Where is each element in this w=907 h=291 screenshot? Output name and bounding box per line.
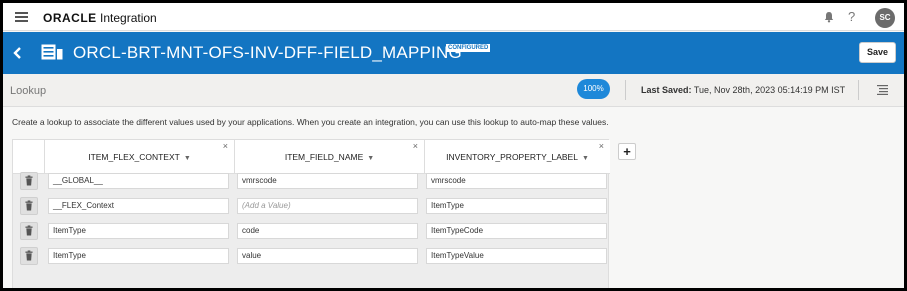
caret-down-icon[interactable]: ▼ [367,155,374,162]
close-icon[interactable]: × [223,129,228,163]
trash-icon[interactable] [20,197,38,215]
brand-product: Integration [100,11,157,25]
table-cell[interactable]: ItemType [426,198,607,214]
sub-header: Lookup 100% Last Saved: Tue, Nov 28th, 2… [3,74,904,107]
table-cell[interactable]: ItemTypeValue [426,248,607,264]
table-cell[interactable]: vmrscode [426,173,607,189]
column-header-label: ITEM_FIELD_NAME [284,152,364,162]
page-header: ORCL-BRT-MNT-OFS-INV-DFF-FIELD_MAPPING C… [3,32,904,74]
close-icon[interactable]: × [413,129,418,163]
table-cell[interactable]: ItemTypeCode [426,223,607,239]
table-cell[interactable]: vmrscode [237,173,418,189]
caret-down-icon[interactable]: ▼ [582,155,589,162]
table-cell[interactable]: __GLOBAL__ [48,173,229,189]
caret-down-icon[interactable]: ▼ [184,155,191,162]
lookup-description: Create a lookup to associate the differe… [12,117,609,127]
column-header-label: ITEM_FLEX_CONTEXT [88,152,180,162]
brand: ORACLE Integration [43,11,157,25]
divider [625,80,626,100]
trash-icon[interactable] [20,172,38,190]
table-cell[interactable]: ItemType [48,248,229,264]
table-cell[interactable]: __FLEX_Context [48,198,229,214]
bell-icon[interactable] [823,11,835,23]
list-icon[interactable] [877,85,888,95]
table-header: ITEM_FLEX_CONTEXT ▼ × ITEM_FIELD_NAME ▼ × IN… [13,140,610,174]
column-header[interactable]: ITEM_FLEX_CONTEXT ▼ × [44,140,234,174]
table-row: __GLOBAL__ vmrscode vmrscode [13,170,610,195]
column-header[interactable]: INVENTORY_PROPERTY_LABEL ▼ × [424,140,610,174]
last-saved: Last Saved: Tue, Nov 28th, 2023 05:14:19… [641,85,845,95]
table-cell-empty[interactable]: (Add a Value) [237,198,418,214]
page-title: ORCL-BRT-MNT-OFS-INV-DFF-FIELD_MAPPING [73,43,462,62]
table-cell[interactable]: ItemType [48,223,229,239]
lookup-icon [41,44,63,60]
last-saved-label: Last Saved: [641,85,692,95]
table-cell[interactable]: code [237,223,418,239]
help-icon[interactable]: ? [848,9,855,24]
zoom-level-button[interactable]: 100% [577,79,610,99]
status-badge: CONFIGURED [446,44,491,52]
table-cell[interactable]: value [237,248,418,264]
table-row: __FLEX_Context (Add a Value) ItemType [13,195,610,220]
close-icon[interactable]: × [599,129,604,163]
divider [858,80,859,100]
lookup-table: ITEM_FLEX_CONTEXT ▼ × ITEM_FIELD_NAME ▼ × IN… [12,139,610,288]
column-header-label: INVENTORY_PROPERTY_LABEL [446,152,578,162]
table-row: ItemType code ItemTypeCode [13,220,610,245]
app-frame: ORACLE Integration ? SC ORCL-BRT-MNT-OFS… [3,3,904,288]
brand-oracle: ORACLE [43,11,97,25]
last-saved-value: Tue, Nov 28th, 2023 05:14:19 PM IST [691,85,846,95]
menu-icon[interactable] [15,12,28,22]
back-icon[interactable] [11,44,25,62]
add-column-button[interactable]: + [618,143,636,160]
trash-icon[interactable] [20,222,38,240]
column-header[interactable]: ITEM_FIELD_NAME ▼ × [234,140,424,174]
section-title: Lookup [10,85,47,97]
table-row: ItemType value ItemTypeValue [13,245,610,270]
trash-icon[interactable] [20,247,38,265]
avatar[interactable]: SC [875,8,895,28]
top-bar: ORACLE Integration ? SC [3,3,904,31]
save-button[interactable]: Save [859,42,896,63]
